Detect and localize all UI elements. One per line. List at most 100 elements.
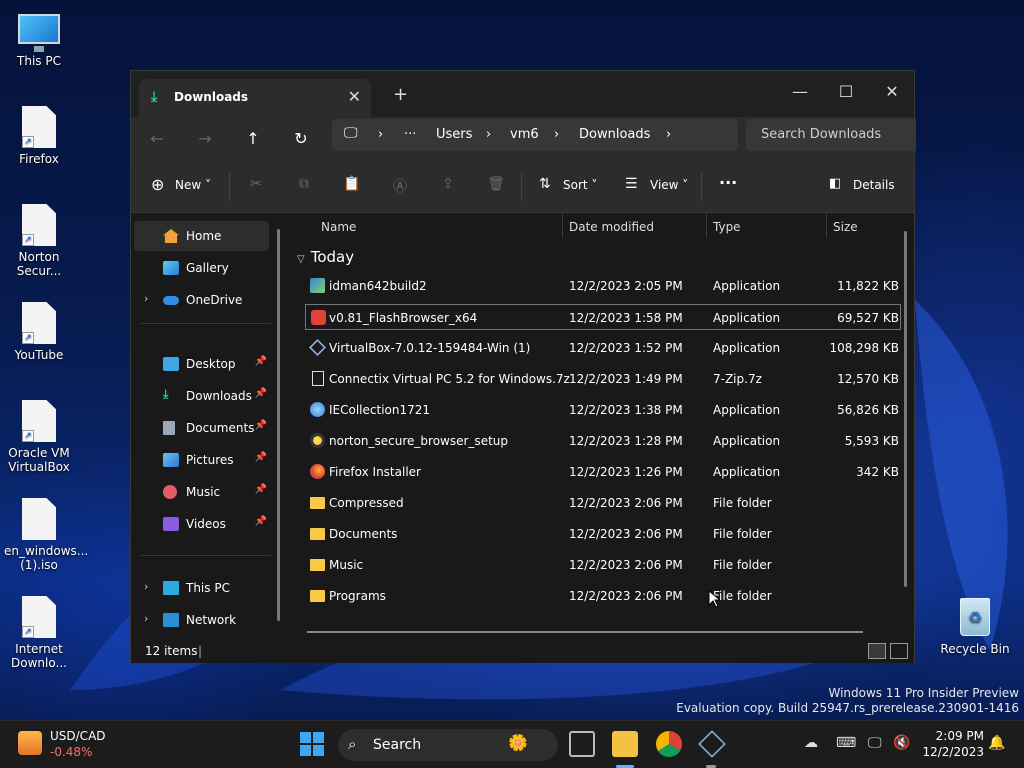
desktop-icon-idm[interactable]: ↗ Internet Downlo... [4, 596, 74, 670]
breadcrumb-vm6[interactable]: vm6 [510, 127, 539, 142]
file-row[interactable]: VirtualBox-7.0.12-159484-Win (1) 12/2/20… [305, 335, 901, 361]
sidebar-item-home[interactable]: Home [134, 221, 269, 251]
pin-icon[interactable]: 📌 [255, 452, 267, 463]
view-icon: ☰ [625, 176, 638, 192]
pin-icon[interactable]: 📌 [255, 388, 267, 399]
horizontal-scrollbar[interactable] [307, 631, 863, 633]
share-icon[interactable]: ⇪ [439, 176, 457, 194]
watermark-line-2: Evaluation copy. Build 25947.rs_prerelea… [676, 701, 1019, 715]
sidebar-item-desktop[interactable]: Desktop 📌 [134, 349, 269, 379]
file-explorer-icon[interactable] [612, 731, 638, 757]
virtualbox-icon[interactable] [698, 730, 726, 758]
monitor-icon [163, 581, 179, 595]
sidebar-item-onedrive[interactable]: › OneDrive [134, 285, 269, 315]
document-icon [163, 421, 175, 435]
paste-icon[interactable]: 📋 [343, 176, 361, 194]
file-row[interactable]: IECollection1721 12/2/2023 1:38 PM Appli… [305, 397, 901, 423]
more-options-icon[interactable]: ··· [719, 173, 737, 192]
desktop-icon-youtube[interactable]: ↗ YouTube [4, 302, 74, 362]
column-header-name[interactable]: Name [315, 213, 356, 241]
folder-row[interactable]: Programs 12/2/2023 2:06 PM File folder [305, 583, 901, 609]
file-row[interactable]: Firefox Installer 12/2/2023 1:26 PM Appl… [305, 459, 901, 485]
folder-row[interactable]: Compressed 12/2/2023 2:06 PM File folder [305, 490, 901, 516]
column-header-type[interactable]: Type [707, 213, 741, 241]
copy-icon[interactable]: ⧉ [295, 176, 313, 194]
chevron-right-icon[interactable]: › [144, 612, 148, 625]
sidebar-item-music[interactable]: Music 📌 [134, 477, 269, 507]
sidebar-item-downloads[interactable]: ⤓ Downloads 📌 [134, 381, 269, 411]
pin-icon[interactable]: 📌 [255, 420, 267, 431]
details-button[interactable]: Details [853, 178, 895, 192]
pictures-icon [163, 453, 179, 467]
file-row[interactable]: norton_secure_browser_setup 12/2/2023 1:… [305, 428, 901, 454]
pin-icon[interactable]: 📌 [255, 356, 267, 367]
cut-icon[interactable]: ✂ [247, 176, 265, 194]
delete-icon[interactable]: 🗑 [487, 176, 505, 194]
clock-date[interactable]: 12/2/2023 [912, 745, 984, 759]
item-count: 12 items [145, 644, 198, 658]
desktop-icon-firefox[interactable]: ↗ Firefox [4, 106, 74, 166]
folder-row[interactable]: Documents 12/2/2023 2:06 PM File folder [305, 521, 901, 547]
up-icon[interactable]: ↑ [241, 127, 265, 151]
desktop-icon-norton[interactable]: ↗ Norton Secur... [4, 204, 74, 278]
sidebar-item-pictures[interactable]: Pictures 📌 [134, 445, 269, 475]
chrome-icon[interactable] [656, 731, 682, 757]
close-tab-icon[interactable]: ✕ [348, 87, 361, 106]
start-windows-icon[interactable] [299, 731, 325, 757]
column-header-size[interactable]: Size [827, 213, 858, 241]
back-icon[interactable]: ← [145, 127, 169, 151]
chevron-right-icon[interactable]: › [144, 292, 148, 305]
separator [229, 173, 230, 201]
gallery-icon [163, 261, 179, 275]
chevron-right-icon[interactable]: › [144, 580, 148, 593]
file-list-scrollbar[interactable] [904, 231, 907, 587]
keyboard-icon[interactable]: ⌨ [836, 735, 856, 751]
clock-time[interactable]: 2:09 PM [922, 729, 984, 743]
file-icon: ↗ [22, 400, 56, 442]
group-header-today[interactable]: ▽ Today [297, 248, 354, 266]
volume-mute-icon[interactable]: 🔇 [893, 735, 910, 751]
taskbar-search[interactable]: ⌕ Search 🌼 [338, 729, 558, 761]
new-button[interactable]: New ˅ [175, 178, 211, 192]
pin-icon[interactable]: 📌 [255, 516, 267, 527]
more-crumbs-icon[interactable]: ··· [404, 127, 416, 142]
task-view-icon[interactable] [569, 731, 595, 757]
file-row[interactable]: v0.81_FlashBrowser_x64 12/2/2023 1:58 PM… [305, 304, 901, 330]
maximize-button[interactable]: ☐ [823, 77, 869, 107]
tab-downloads[interactable]: ⤓ Downloads ✕ [139, 79, 371, 117]
tiles-view-icon[interactable] [890, 643, 908, 659]
desktop-icon-recycle-bin[interactable]: ♻ Recycle Bin [940, 598, 1010, 656]
new-tab-icon[interactable]: + [393, 84, 408, 105]
desktop-icon-this-pc[interactable]: This PC [4, 10, 74, 68]
network-off-icon[interactable]: ☁ [804, 735, 818, 751]
desktop-icon-virtualbox[interactable]: ↗ Oracle VM VirtualBox [4, 400, 74, 474]
ticker-symbol[interactable]: USD/CAD [50, 729, 106, 743]
file-row[interactable]: Connectix Virtual PC 5.2 for Windows.7z … [305, 366, 901, 392]
sidebar-item-documents[interactable]: Documents 📌 [134, 413, 269, 443]
view-button[interactable]: View ˅ [650, 178, 688, 192]
file-row[interactable]: idman642build2 12/2/2023 2:05 PM Applica… [305, 273, 901, 299]
desktop-icon-iso[interactable]: en_windows... (1).iso [4, 498, 88, 572]
column-header-date[interactable]: Date modified [563, 213, 654, 241]
minimize-button[interactable]: — [777, 77, 823, 107]
firefox-icon [310, 464, 325, 479]
pin-icon[interactable]: 📌 [255, 484, 267, 495]
folder-row[interactable]: Music 12/2/2023 2:06 PM File folder [305, 552, 901, 578]
sidebar-item-this-pc[interactable]: › This PC [134, 573, 269, 603]
refresh-icon[interactable]: ↻ [289, 127, 313, 151]
search-input[interactable]: Search Downloads [746, 119, 916, 151]
rename-icon[interactable]: Ⓐ [391, 176, 409, 195]
sidebar-item-gallery[interactable]: Gallery [134, 253, 269, 283]
sidebar-item-videos[interactable]: Videos 📌 [134, 509, 269, 539]
close-button[interactable]: ✕ [869, 77, 915, 107]
sidebar-item-network[interactable]: › Network [134, 605, 269, 635]
details-view-icon[interactable] [868, 643, 886, 659]
breadcrumb-users[interactable]: Users [436, 127, 472, 142]
notification-bell-icon[interactable]: 🔔 [988, 735, 1005, 751]
sidebar-scrollbar[interactable] [277, 229, 280, 621]
breadcrumb-downloads[interactable]: Downloads [579, 127, 650, 142]
forward-icon[interactable]: → [193, 127, 217, 151]
breadcrumb[interactable]: 🖵 › ··· Users › vm6 › Downloads › [332, 119, 738, 151]
sort-button[interactable]: Sort ˅ [563, 178, 597, 192]
display-icon[interactable]: 🖵 [868, 735, 882, 751]
